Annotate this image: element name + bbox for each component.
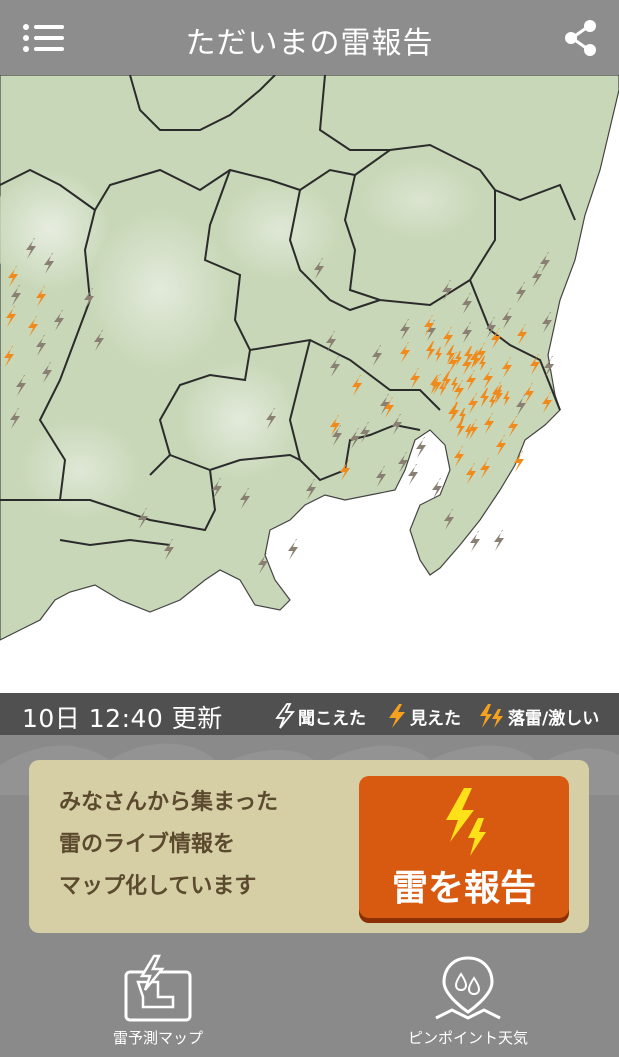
legend-seen: 見えた <box>386 703 461 729</box>
pinpoint-weather-icon <box>435 956 501 1020</box>
legend-seen-label: 見えた <box>410 708 461 729</box>
info-card: みなさんから集まった 雷のライブ情報を マップ化しています 雷を報告 <box>29 760 589 933</box>
lightning-heard-icon <box>275 703 295 729</box>
lightning-heard-icon <box>470 531 480 552</box>
nav-left-label: 雷予測マップ <box>112 1029 203 1047</box>
land-area <box>0 75 619 641</box>
info-line-3: マップ化しています <box>59 874 257 899</box>
thunder-report-map[interactable] <box>0 75 619 693</box>
nav-pinpoint-weather[interactable]: ピンポイント天気 <box>368 950 568 1057</box>
share-icon <box>565 20 596 56</box>
legend-strike-label: 落雷/激しい <box>508 708 600 729</box>
app-header: ただいまの雷報告 <box>0 0 619 75</box>
lightning-heard-icon <box>416 437 426 458</box>
nav-right-label: ピンポイント天気 <box>407 1029 528 1047</box>
legend-bar: 10日 12:40 更新 聞こえた 見えた 落雷/激しい <box>0 693 619 735</box>
lightning-seen-icon <box>389 704 405 728</box>
legend-heard: 聞こえた <box>274 703 366 729</box>
lightning-strike-icon <box>480 704 503 728</box>
lightning-map-icon <box>124 954 192 1022</box>
nav-thunder-forecast-map[interactable]: 雷予測マップ <box>58 950 258 1057</box>
lightning-heard-icon <box>288 539 298 560</box>
legend-heard-label: 聞こえた <box>298 708 366 729</box>
page-title: ただいまの雷報告 <box>185 26 434 61</box>
lightning-heard-icon <box>408 464 418 485</box>
bottom-nav: 雷予測マップ ピンポイント天気 <box>0 950 619 1057</box>
share-button[interactable] <box>561 18 601 58</box>
update-time: 10日 12:40 更新 <box>22 704 223 733</box>
info-line-1: みなさんから集まった <box>59 790 279 815</box>
legend-strike: 落雷/激しい <box>478 703 599 729</box>
info-line-2: 雷のライブ情報を <box>59 832 236 857</box>
info-text: みなさんから集まった 雷のライブ情報を マップ化しています <box>59 782 278 908</box>
report-button-label: 雷を報告 <box>391 868 536 909</box>
lightning-heard-icon <box>494 530 504 551</box>
report-thunder-button[interactable]: 雷を報告 <box>359 776 569 918</box>
lightning-bolt-icon <box>446 788 486 856</box>
